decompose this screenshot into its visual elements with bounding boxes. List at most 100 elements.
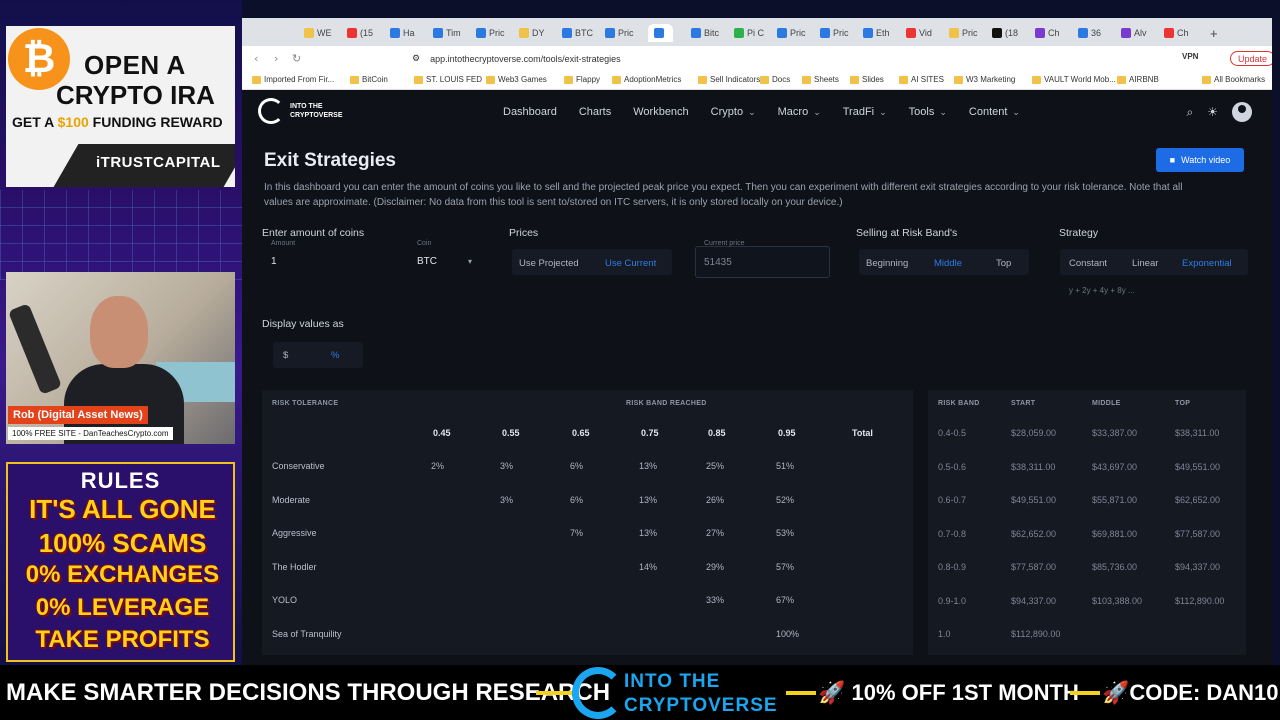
band-price-cell: $49,551.00 <box>1011 495 1057 505</box>
table-row <box>262 552 913 585</box>
browser-tab[interactable]: Bitc <box>691 24 719 42</box>
chevron-down-icon: ⌄ <box>1012 107 1020 117</box>
browser-tab[interactable]: Ch <box>1035 24 1060 42</box>
nav-tradfi[interactable]: TradFi ⌄ <box>843 106 887 118</box>
nav-charts[interactable]: Charts <box>579 106 611 118</box>
avatar[interactable] <box>1232 102 1252 122</box>
forward-icon[interactable]: › <box>274 52 278 65</box>
bookmark-item[interactable]: AI SITES <box>899 75 944 84</box>
browser-tab[interactable]: Ch <box>1164 24 1189 42</box>
strategy-linear-button[interactable]: Linear <box>1132 258 1158 269</box>
address-bar[interactable]: ⚙ app.intothecryptoverse.com/tools/exit-… <box>412 51 842 66</box>
browser-tab[interactable]: BTC <box>562 24 593 42</box>
back-icon[interactable]: ‹ <box>254 52 258 65</box>
browser-tab[interactable]: 36 <box>1078 24 1101 42</box>
band-price-cell: $77,587.00 <box>1011 562 1057 572</box>
folder-icon <box>1032 75 1041 84</box>
bookmark-item[interactable]: W3 Marketing <box>954 75 1015 84</box>
bookmark-item[interactable]: ST. LOUIS FED <box>414 75 482 84</box>
bookmark-label: Slides <box>862 75 884 84</box>
itc-logo[interactable]: INTO THE CRYPTOVERSE <box>258 98 350 124</box>
use-projected-button[interactable]: Use Projected <box>519 258 579 269</box>
folder-icon <box>564 75 573 84</box>
vpn-button[interactable]: VPN <box>1182 52 1198 61</box>
bookmark-item[interactable]: Web3 Games <box>486 75 547 84</box>
site-info-icon[interactable]: ⚙ <box>412 53 420 64</box>
table-row <box>262 451 913 484</box>
bookmark-item[interactable]: Imported From Fir... <box>252 75 334 84</box>
tab-title: Alv <box>1134 28 1147 38</box>
tab-favicon-icon <box>654 28 664 38</box>
band-price-cell: $62,652.00 <box>1175 495 1221 505</box>
theme-toggle-icon[interactable]: ☀ <box>1207 105 1218 119</box>
search-icon[interactable]: ⌕ <box>1187 105 1194 120</box>
display-dollar-button[interactable]: $ <box>283 350 288 361</box>
tab-title: Pric <box>833 28 849 38</box>
browser-tab[interactable]: WE <box>304 24 332 42</box>
browser-tab[interactable]: DY <box>519 24 545 42</box>
nav-workbench[interactable]: Workbench <box>633 106 688 118</box>
browser-tab[interactable]: Vid <box>906 24 932 42</box>
bookmark-item[interactable]: Sheets <box>802 75 839 84</box>
browser-tab[interactable] <box>648 24 673 42</box>
bookmark-item[interactable]: Flappy <box>564 75 600 84</box>
browser-tab[interactable]: Pric <box>820 24 849 42</box>
page-description: In this dashboard you can enter the amou… <box>264 182 1183 208</box>
reload-icon[interactable]: ↻ <box>292 52 301 65</box>
watch-video-button[interactable]: ■ Watch video <box>1156 148 1244 172</box>
nav-content[interactable]: Content ⌄ <box>969 106 1020 118</box>
bookmark-item[interactable]: AIRBNB <box>1117 75 1159 84</box>
table-row <box>262 518 913 551</box>
strategy-exponential-button[interactable]: Exponential <box>1182 258 1232 269</box>
nav-tools[interactable]: Tools ⌄ <box>909 106 947 118</box>
risk-band-column-header: 0.45 <box>433 428 451 438</box>
allocation-cell: 57% <box>776 561 795 572</box>
browser-tab[interactable]: (18 <box>992 24 1018 42</box>
allocation-cell: 6% <box>570 494 584 505</box>
display-percent-button[interactable]: % <box>331 350 339 361</box>
band-beginning-button[interactable]: Beginning <box>866 258 908 269</box>
ira-ad-banner[interactable]: ₿ OPEN A CRYPTO IRA GET A $100 FUNDING R… <box>6 26 235 187</box>
allocation-cell: 6% <box>570 461 584 471</box>
nav-macro[interactable]: Macro ⌄ <box>778 106 821 118</box>
bookmark-item[interactable]: Docs <box>760 75 790 84</box>
amount-label: Amount <box>271 240 296 247</box>
browser-tab[interactable]: Eth <box>863 24 890 42</box>
risk-band-column-header: 0.55 <box>502 428 520 438</box>
bookmark-item[interactable]: AdoptionMetrics <box>612 75 681 84</box>
browser-tab[interactable]: Pric <box>777 24 806 42</box>
chevron-down-icon[interactable]: ▾ <box>468 257 472 266</box>
folder-icon <box>1202 75 1211 84</box>
nav-dashboard[interactable]: Dashboard <box>503 106 557 118</box>
browser-tab[interactable]: Pric <box>949 24 978 42</box>
tab-favicon-icon <box>519 28 529 38</box>
new-tab-button[interactable]: + <box>1210 24 1218 42</box>
tab-favicon-icon <box>992 28 1002 38</box>
browser-tab[interactable]: Pi C <box>734 24 764 42</box>
browser-tab[interactable]: (15 <box>347 24 373 42</box>
update-button[interactable]: Update <box>1230 51 1272 66</box>
strategy-constant-button[interactable]: Constant <box>1069 258 1107 269</box>
bookmark-item[interactable]: Sell Indicators <box>698 75 760 84</box>
bookmark-item[interactable]: All Bookmarks <box>1202 75 1265 84</box>
allocation-cell: 3% <box>500 461 514 471</box>
bookmark-item[interactable]: Slides <box>850 75 884 84</box>
browser-tab[interactable]: Ha <box>390 24 415 42</box>
nav-crypto[interactable]: Crypto ⌄ <box>711 106 756 118</box>
browser-tab[interactable]: Pric <box>605 24 634 42</box>
amount-input[interactable]: 1 <box>271 256 277 267</box>
browser-tab[interactable]: Tim <box>433 24 461 42</box>
bookmark-item[interactable]: VAULT World Mob... <box>1032 75 1116 84</box>
bookmark-label: AIRBNB <box>1129 75 1159 84</box>
bookmark-item[interactable]: BitCoin <box>350 75 388 84</box>
coin-select[interactable]: BTC <box>417 256 437 267</box>
band-middle-button[interactable]: Middle <box>934 258 962 269</box>
browser-tab[interactable]: Pric <box>476 24 505 42</box>
nav-label: TradFi <box>842 106 875 118</box>
tab-favicon-icon <box>1121 28 1131 38</box>
table-row <box>262 485 913 518</box>
band-table-header: TOP <box>1175 400 1191 407</box>
band-top-button[interactable]: Top <box>996 258 1011 269</box>
browser-tab[interactable]: Alv <box>1121 24 1147 42</box>
use-current-button[interactable]: Use Current <box>605 258 656 269</box>
